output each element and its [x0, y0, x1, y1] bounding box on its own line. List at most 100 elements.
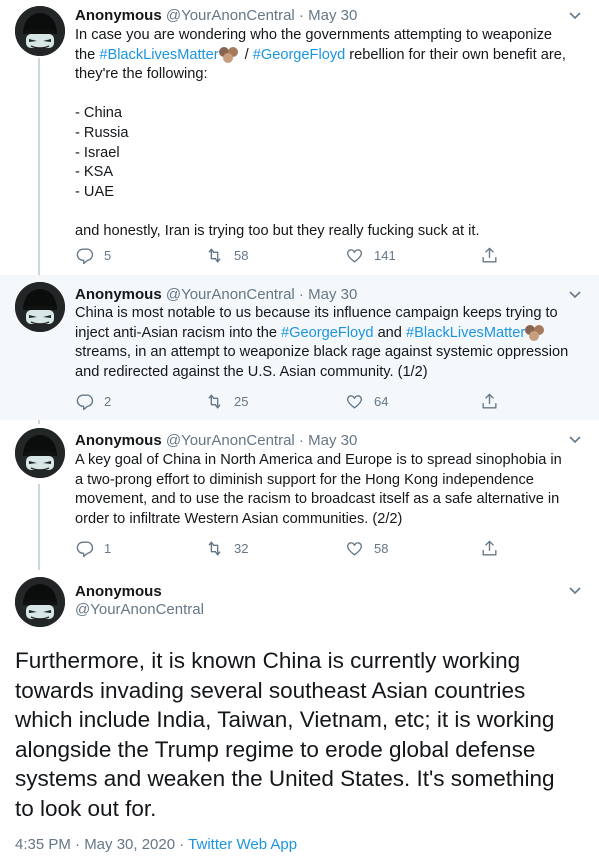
tweet-date[interactable]: May 30 [308, 432, 357, 449]
tweet-3[interactable]: Anonymous @YourAnonCentral · May 30 A ke… [0, 420, 599, 570]
avatar[interactable] [15, 6, 65, 56]
tweet-line: the #BlackLivesMatter / #GeorgeFloyd reb… [75, 46, 585, 66]
author-handle[interactable]: @YourAnonCentral [166, 286, 295, 303]
tweet-line: movement, and to use the racism to broad… [75, 491, 560, 508]
author-name[interactable]: Anonymous [75, 432, 162, 449]
chevron-down-icon[interactable] [569, 436, 581, 444]
retweet-count: 25 [234, 393, 249, 409]
anonymous-mask-icon [15, 282, 65, 332]
list-item: - China [75, 105, 123, 122]
tweet-line: order to infiltrate Western Asian commun… [75, 510, 403, 527]
tweet-line: alongside the Trump regime to erode glob… [15, 736, 536, 762]
hashtag-link[interactable]: #BlackLivesMatter [99, 47, 218, 63]
like-count: 141 [374, 247, 396, 263]
share-icon [482, 393, 497, 409]
chevron-down-icon[interactable] [569, 291, 581, 299]
reply-button[interactable]: 5 [75, 245, 111, 265]
author-name[interactable]: Anonymous [75, 583, 162, 600]
tweet-line: Furthermore, it is known China is curren… [15, 648, 521, 673]
avatar[interactable] [15, 428, 65, 478]
tweet-line: towards invading several southeast Asian… [15, 677, 526, 703]
reply-count: 2 [104, 393, 112, 409]
author-name[interactable]: Anonymous [75, 7, 162, 24]
like-count: 64 [374, 393, 389, 409]
tweet-line: a two-prong effort to diminish support f… [75, 471, 534, 488]
share-icon [482, 247, 497, 263]
list-item: - KSA [75, 164, 114, 181]
chevron-down-icon[interactable] [569, 12, 581, 20]
text-span: inject anti-Asian racism into the [75, 324, 282, 341]
retweet-button[interactable]: 25 [205, 391, 248, 411]
reply-icon [76, 393, 94, 410]
tweet-line: systems and weaken the United States. It… [15, 766, 555, 791]
hashtag-link[interactable]: #BlackLivesMatter [406, 325, 525, 341]
reply-count: 5 [104, 247, 112, 263]
tweet-line: China is most notable to us because its … [75, 305, 558, 321]
retweet-icon [208, 540, 221, 556]
anonymous-mask-icon [15, 428, 65, 478]
share-button[interactable] [480, 391, 499, 411]
tweet-date[interactable]: May 30 [308, 7, 357, 24]
like-button[interactable]: 64 [345, 391, 388, 411]
hashtag-link[interactable]: #GeorgeFloyd [253, 47, 345, 63]
retweet-button[interactable]: 58 [205, 245, 248, 265]
tweet-header: Anonymous @YourAnonCentral · May 30 [75, 432, 358, 449]
main-tweet-text: Furthermore, it is known China is curren… [15, 646, 585, 823]
reply-button[interactable]: 2 [75, 391, 111, 411]
list-item: - Russia [75, 124, 129, 141]
tweet-date[interactable]: May 30 [308, 286, 357, 303]
hashtag-link[interactable]: #GeorgeFloyd [281, 325, 373, 341]
like-button[interactable]: 58 [345, 538, 388, 558]
author-handle[interactable]: @YourAnonCentral [166, 432, 295, 449]
tweet-line: and redirected against the U.S. Asian co… [75, 363, 428, 380]
tweet-line: to look out for. [15, 795, 157, 821]
reply-icon [76, 540, 94, 557]
reply-icon [76, 247, 94, 264]
raised-fist-emoji-icon [525, 324, 547, 341]
tweet-line: which include India, Taiwan, Vietnam, et… [15, 707, 555, 732]
avatar[interactable] [15, 282, 65, 332]
author-handle[interactable]: @YourAnonCentral [75, 601, 204, 618]
author-name[interactable]: Anonymous [75, 286, 162, 303]
list-item: - Israel [75, 144, 120, 161]
tweet-actions: 1 32 58 [75, 538, 515, 558]
list-item: - UAE [75, 183, 114, 200]
tweet-line: streams, in an attempt to weaponize blac… [75, 344, 569, 361]
like-count: 58 [374, 540, 389, 556]
tweet-line: they're the following: [75, 66, 208, 83]
author-handle[interactable]: @YourAnonCentral [166, 7, 295, 24]
raised-fist-emoji-icon [218, 46, 241, 63]
tweet-1[interactable]: Anonymous @YourAnonCentral · May 30 In c… [0, 0, 599, 275]
chevron-down-icon[interactable] [569, 587, 581, 595]
share-button[interactable] [480, 538, 499, 558]
avatar[interactable] [15, 577, 65, 627]
like-icon [346, 541, 363, 556]
retweet-count: 58 [234, 247, 249, 263]
reply-count: 1 [104, 540, 112, 556]
tweet-text: In case you are wondering who the govern… [75, 26, 585, 242]
text-span: and [373, 324, 406, 341]
text-span: rebellion for their own benefit are, [345, 46, 566, 63]
retweet-button[interactable]: 32 [205, 538, 248, 558]
share-button[interactable] [480, 245, 499, 265]
share-icon [482, 540, 497, 556]
text-span: the [75, 46, 100, 63]
tweet-text: China is most notable to us because its … [75, 304, 585, 382]
tweet-metadata: 4:35 PM · May 30, 2020 · Twitter Web App [15, 836, 297, 853]
reply-button[interactable]: 1 [75, 538, 111, 558]
retweet-icon [208, 393, 221, 409]
tweet-header: Anonymous @YourAnonCentral · May 30 [75, 7, 358, 24]
text-span: / [240, 46, 253, 63]
tweet-2[interactable]: Anonymous @YourAnonCentral · May 30 Chin… [0, 275, 599, 420]
anonymous-mask-icon [15, 577, 65, 627]
tweet-actions: 5 58 141 [75, 245, 515, 265]
like-button[interactable]: 141 [345, 245, 396, 265]
tweet-text: A key goal of China in North America and… [75, 451, 585, 529]
tweet-line: inject anti-Asian racism into the #Georg… [75, 324, 585, 344]
source-app-link[interactable]: Twitter Web App [188, 836, 297, 853]
timestamp[interactable]: 4:35 PM · May 30, 2020 · [15, 836, 188, 853]
tweet-actions: 2 25 64 [75, 391, 515, 411]
tweet-line: and honestly, Iran is trying too but the… [75, 222, 480, 239]
retweet-count: 32 [234, 540, 249, 556]
retweet-icon [208, 247, 221, 263]
